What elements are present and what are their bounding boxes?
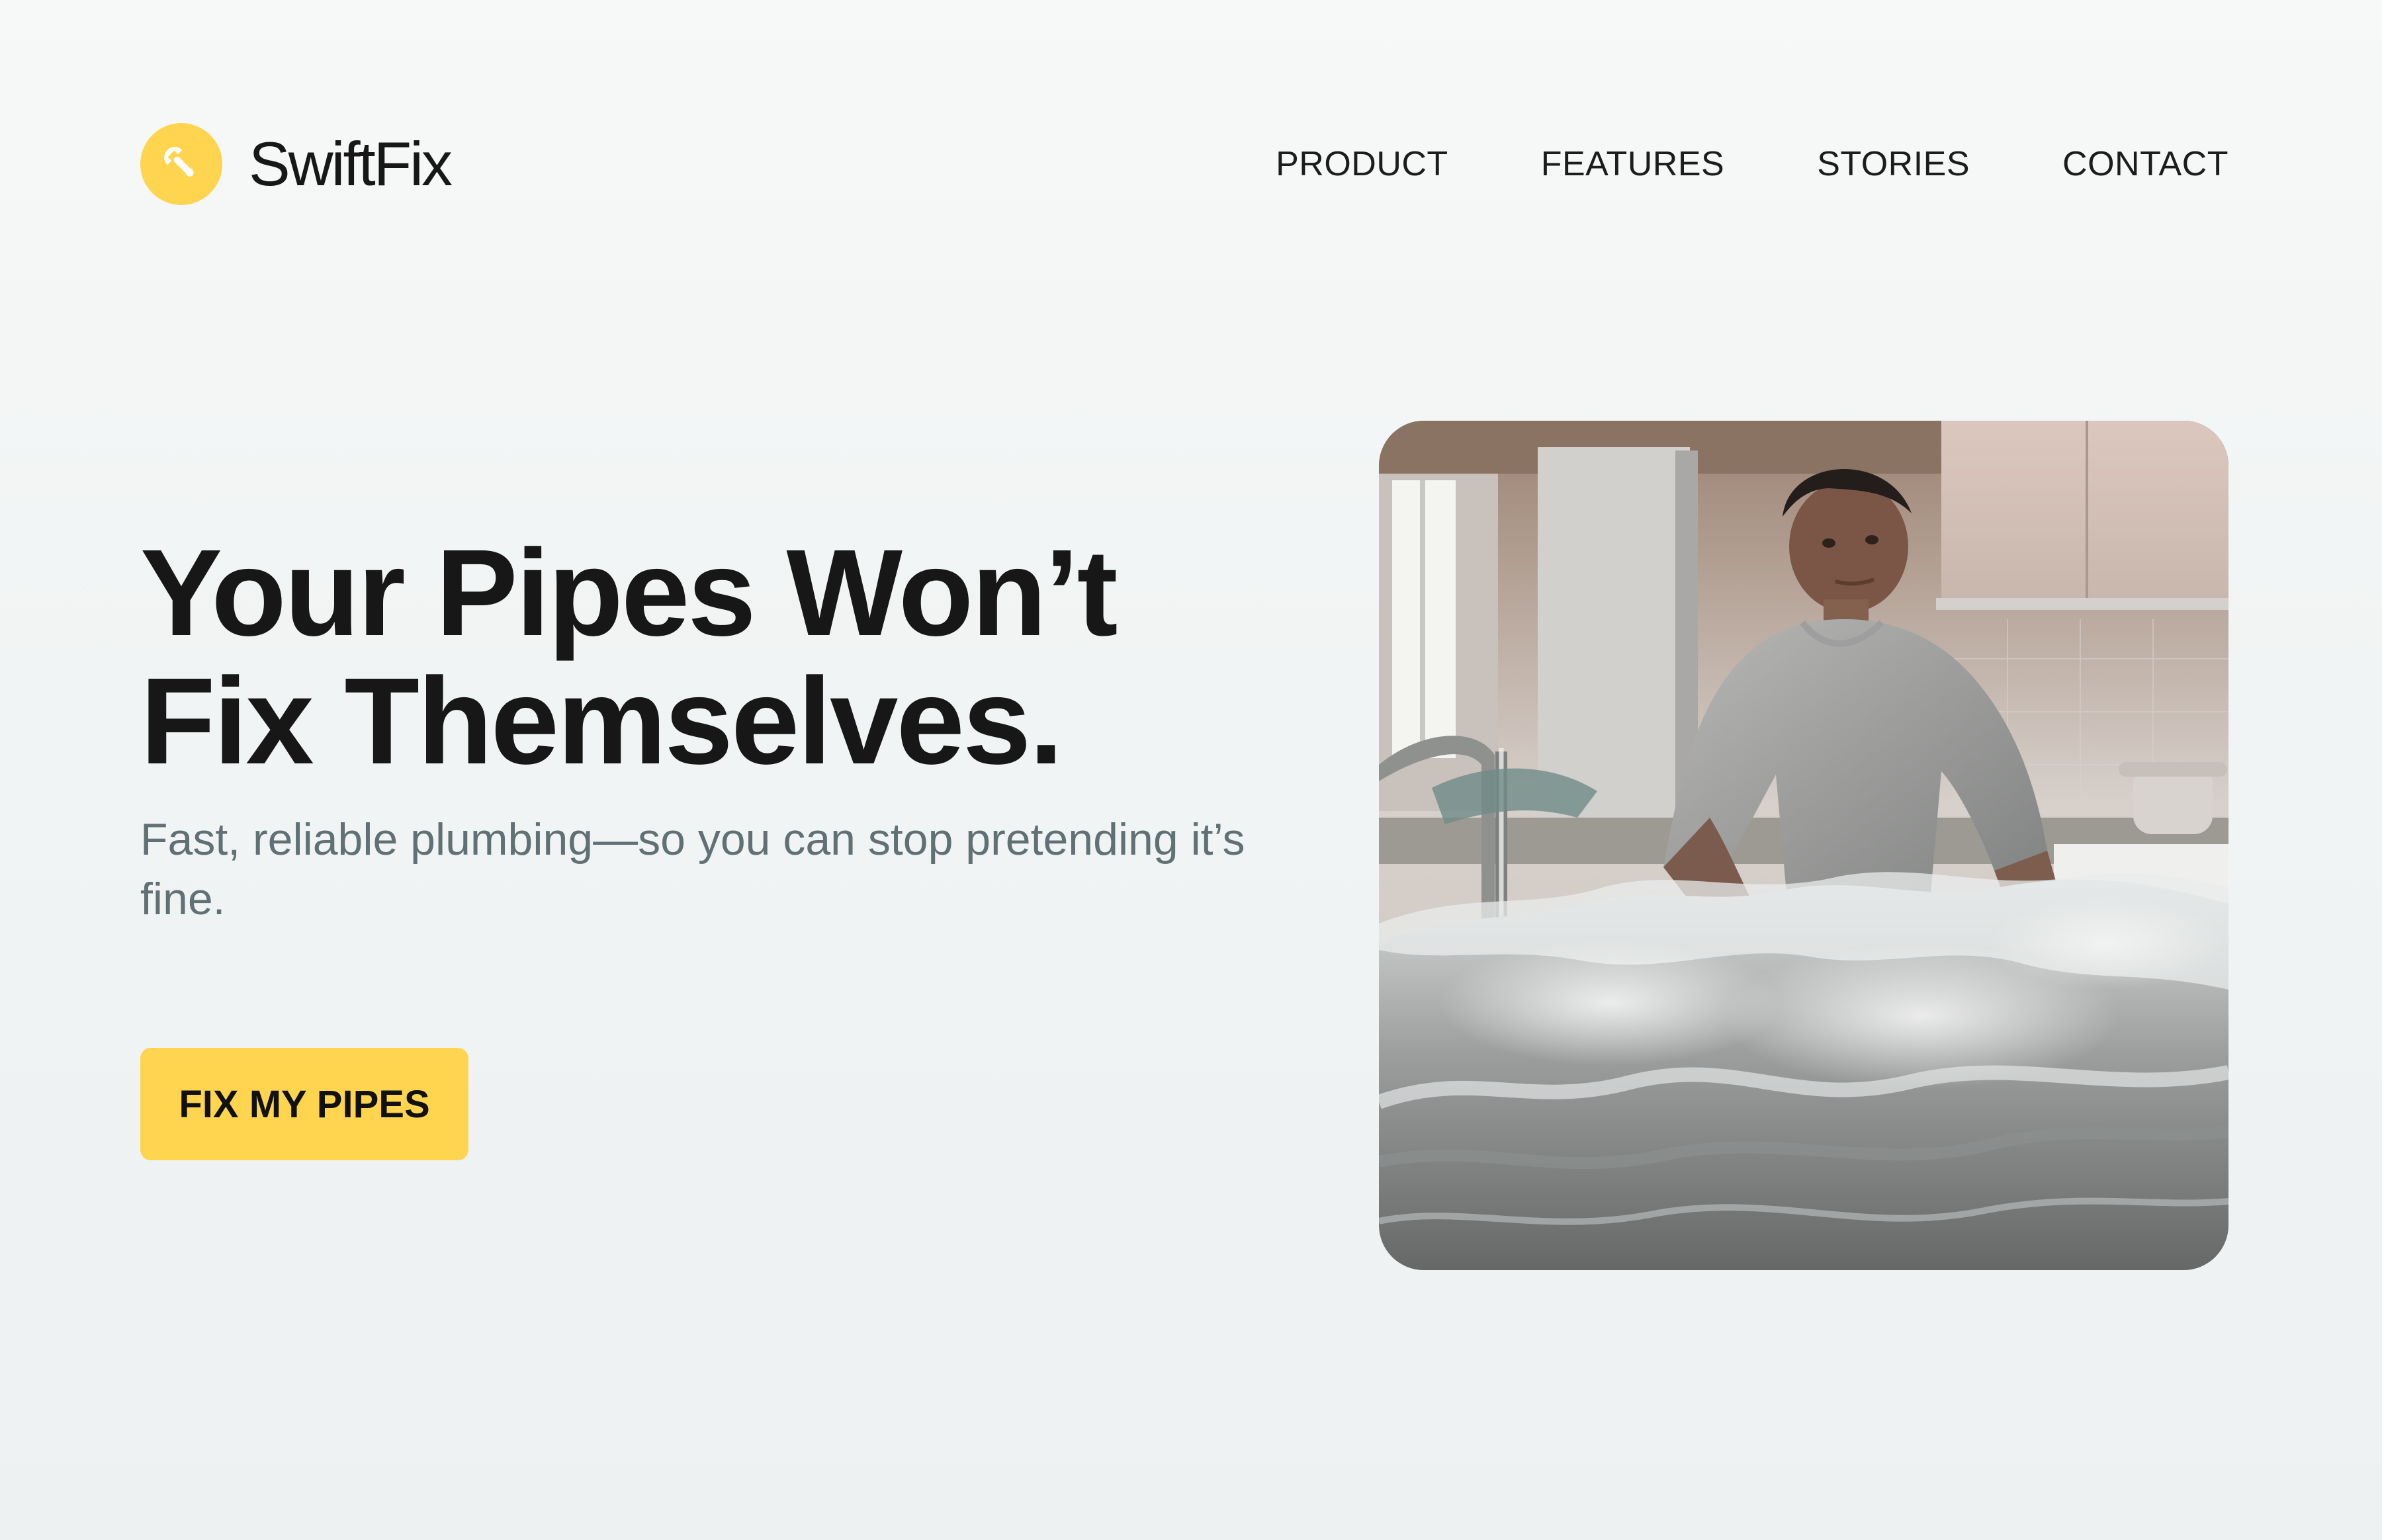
fix-my-pipes-button[interactable]: FIX MY PIPES (140, 1048, 468, 1160)
hero-subtitle: Fast, reliable plumbing—so you can stop … (140, 814, 1245, 924)
main-navigation: PRODUCT FEATURES STORIES CONTACT (1276, 122, 2228, 206)
wrench-icon (140, 123, 222, 205)
brand-home-link[interactable]: SwiftFix (140, 122, 453, 206)
hero-title-line-2: Fix Themselves. (140, 653, 1063, 790)
hero-title-line-1: Your Pipes Won’t (140, 525, 1118, 662)
nav-item-contact[interactable]: CONTACT (2062, 147, 2228, 181)
nav-item-product[interactable]: PRODUCT (1276, 147, 1448, 181)
nav-item-features[interactable]: FEATURES (1541, 147, 1725, 181)
nav-item-stories[interactable]: STORIES (1817, 147, 1970, 181)
hero-title: Your Pipes Won’t Fix Themselves. (140, 529, 1331, 786)
brand-name: SwiftFix (249, 129, 453, 198)
hero-photo-flooded-kitchen (1379, 421, 2228, 1270)
site-header: SwiftFix PRODUCT FEATURES STORIES CONTAC… (140, 122, 2228, 206)
